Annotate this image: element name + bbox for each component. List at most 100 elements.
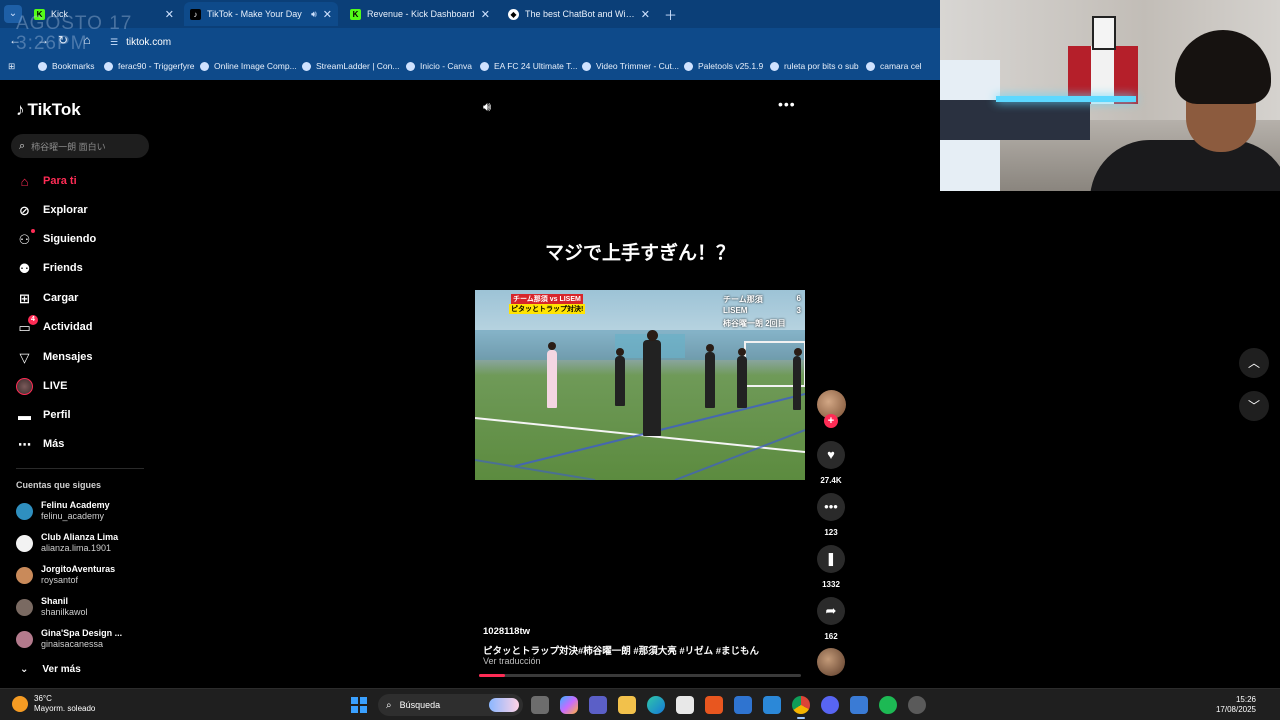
music-disc-icon[interactable] <box>817 648 845 676</box>
bookmark-favicon <box>406 61 415 71</box>
activity-badge: 4 <box>28 314 38 325</box>
copilot-icon[interactable] <box>560 696 578 714</box>
tab-tiktok[interactable]: ♪ TikTok - Make Your Day 🔊︎ ✕ <box>184 2 338 26</box>
spotify-icon[interactable] <box>879 696 897 714</box>
close-icon[interactable]: ✕ <box>481 8 490 21</box>
sidebar-item-mensajes[interactable]: ▽ Mensajes <box>16 346 93 368</box>
video-player[interactable]: チーム那須 vs LISEM ピタッとトラップ対決! チーム那須 6 LISEM 3… <box>475 290 805 480</box>
photos-icon[interactable] <box>763 696 781 714</box>
following-title: Cuentas que sigues <box>16 480 102 490</box>
team-name: LISEM <box>723 306 748 315</box>
sidebar-item-label: LIVE <box>43 380 68 392</box>
following-account[interactable]: JorgitoAventuras roysantof <box>16 564 115 586</box>
weather-widget[interactable]: 36°C Mayorm. soleado <box>12 694 95 714</box>
account-handle: alianza.lima.1901 <box>41 543 112 553</box>
windows-start-icon[interactable] <box>351 697 367 713</box>
sun-icon <box>12 696 28 712</box>
chevron-down-icon: ﹀ <box>1247 399 1260 413</box>
account-name: Gina'Spa Design ... <box>41 628 123 638</box>
player-head <box>794 348 802 356</box>
save-button[interactable]: ❚ <box>817 545 845 573</box>
new-tab-button[interactable]: ＋ <box>664 5 677 24</box>
share-button[interactable]: ➦ <box>817 597 845 625</box>
edge-icon[interactable] <box>647 696 665 714</box>
close-icon[interactable]: ✕ <box>165 8 174 21</box>
speaker-icon[interactable]: 🔊︎ <box>311 9 317 20</box>
store-icon[interactable] <box>676 696 694 714</box>
sidebar-item-cargar[interactable]: ⊞ Cargar <box>16 287 78 309</box>
bookmark-item[interactable]: Online Image Comp... <box>200 61 297 71</box>
messages-icon: ▽ <box>19 349 30 365</box>
sidebar-item-live[interactable]: LIVE <box>16 375 67 397</box>
previous-video-button[interactable]: ︿ <box>1239 348 1269 378</box>
team-name: チーム那須 <box>723 295 763 304</box>
video-author[interactable]: 1028118tw <box>483 626 530 637</box>
office-icon[interactable] <box>705 696 723 714</box>
follow-plus-icon[interactable]: + <box>824 414 838 428</box>
bookmark-item[interactable]: camara cel <box>866 61 922 71</box>
search-input[interactable]: ⌕ 柿谷曜一朗 面白い <box>11 134 149 158</box>
sidebar-item-explorar[interactable]: ⊘ Explorar <box>16 199 88 221</box>
comment-button[interactable]: ••• <box>817 493 845 521</box>
sidebar-item-actividad[interactable]: ▭ 4 Actividad <box>16 314 93 338</box>
video-progress-bar[interactable] <box>479 674 801 677</box>
following-icon: ⚇ <box>16 228 35 248</box>
notepad-icon[interactable] <box>850 696 868 714</box>
weather-condition: Mayorm. soleado <box>34 704 96 713</box>
taskbar-search[interactable]: ⌕ Búsqueda <box>378 694 523 716</box>
sidebar-item-label: Mensajes <box>43 351 93 363</box>
bookmark-item[interactable]: Inicio - Canva <box>406 61 472 71</box>
app-icon[interactable] <box>908 696 926 714</box>
share-count: 162 <box>824 632 838 641</box>
tiktok-icon: ♪ <box>16 100 25 119</box>
clock-time: 15:26 <box>1235 695 1256 704</box>
video-overlay-subtitle: ピタッとトラップ対決! <box>509 304 586 314</box>
file-explorer-icon[interactable] <box>618 696 636 714</box>
sidebar: ♪ TikTok ⌕ 柿谷曜一朗 面白い ⌂ Para ti ⊘ Explora… <box>0 80 160 688</box>
next-video-button[interactable]: ﹀ <box>1239 391 1269 421</box>
system-clock[interactable]: 15:26 17/08/2025 <box>1216 695 1256 715</box>
task-view-icon[interactable] <box>531 696 549 714</box>
comment-icon: ••• <box>824 499 838 514</box>
bookmark-item[interactable]: ruleta por bits o sub <box>770 61 859 71</box>
following-account[interactable]: Felinu Academy felinu_academy <box>16 500 110 522</box>
discord-icon[interactable] <box>821 696 839 714</box>
bookmark-item[interactable]: ferac90 - Triggerfyre <box>104 61 195 71</box>
close-icon[interactable]: ✕ <box>323 8 332 21</box>
bookmark-item[interactable]: StreamLadder | Con... <box>302 61 399 71</box>
sidebar-item-siguiendo[interactable]: ⚇ Siguiendo <box>16 228 96 250</box>
account-name: Shanil <box>41 596 69 606</box>
like-button[interactable]: ♥ <box>817 441 845 469</box>
bookmark-item[interactable]: Video Trimmer - Cut... <box>582 61 679 71</box>
teams-icon[interactable] <box>589 696 607 714</box>
avatar <box>16 502 33 520</box>
mail-icon[interactable] <box>734 696 752 714</box>
apps-icon[interactable]: ⊞ <box>8 61 15 72</box>
kick-icon: K <box>350 8 361 20</box>
bookmark-item[interactable]: Bookmarks <box>38 61 95 71</box>
tab-streamelements[interactable]: ◆ The best ChatBot and Widgets ✕ <box>502 2 656 26</box>
url-text: tiktok.com <box>126 37 172 48</box>
tab-kick-dashboard[interactable]: K Revenue - Kick Dashboard ✕ <box>344 2 496 26</box>
chrome-icon[interactable] <box>792 696 810 719</box>
more-options-icon[interactable]: ••• <box>778 96 796 112</box>
following-account[interactable]: Club Alianza Lima alianza.lima.1901 <box>16 532 118 554</box>
translate-link[interactable]: Ver traducción <box>483 656 541 666</box>
sidebar-item-para-ti[interactable]: ⌂ Para ti <box>16 170 77 192</box>
tiktok-logo[interactable]: ♪ TikTok <box>16 100 81 120</box>
search-placeholder: 柿谷曜一朗 面白い <box>31 141 106 152</box>
bookmark-item[interactable]: EA FC 24 Ultimate T... <box>480 61 577 71</box>
sidebar-item-mas[interactable]: ⋯ Más <box>16 433 64 455</box>
following-account[interactable]: Gina'Spa Design ... ginaisacanessa <box>16 628 122 650</box>
sidebar-item-friends[interactable]: ⚉ Friends <box>16 257 83 279</box>
bookmark-item[interactable]: Paletools v25.1.9 <box>684 61 763 71</box>
see-more-button[interactable]: ⌄ Ver más <box>20 664 81 675</box>
win-pane <box>351 706 358 713</box>
volume-icon[interactable]: 🔊︎ <box>483 99 491 115</box>
team-name: 柿谷曜一朗 2回目 <box>723 319 786 328</box>
sidebar-item-perfil[interactable]: ▬ Perfil <box>16 404 71 426</box>
bookmark-favicon <box>770 61 779 71</box>
following-account[interactable]: Shanil shanilkawol <box>16 596 88 618</box>
close-icon[interactable]: ✕ <box>641 8 650 21</box>
chevron-up-icon: ︿ <box>1247 356 1260 370</box>
